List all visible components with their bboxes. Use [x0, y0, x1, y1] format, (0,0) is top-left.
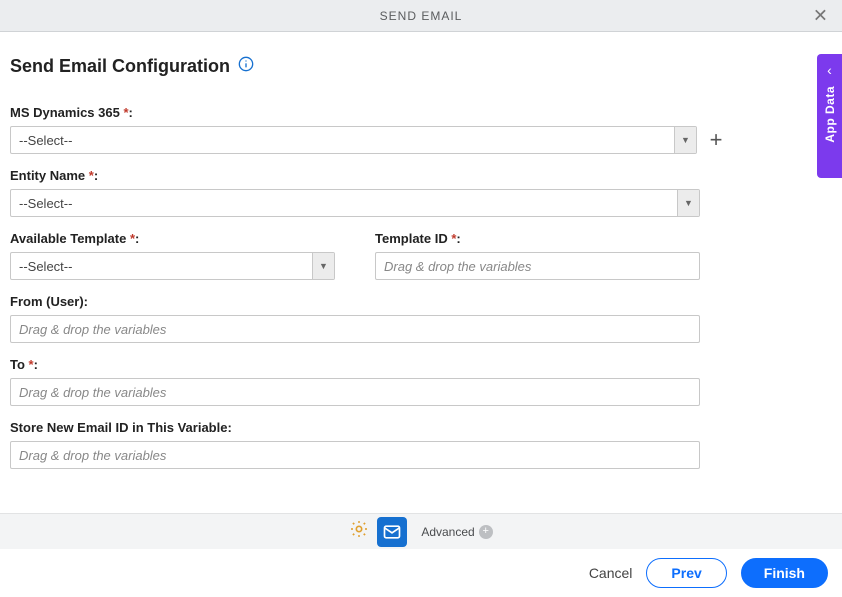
field-store-variable: Store New Email ID in This Variable: [10, 420, 700, 469]
field-to: To *: [10, 357, 700, 406]
input-store-variable[interactable] [10, 441, 700, 469]
advanced-button[interactable]: Advanced + [421, 525, 492, 539]
info-icon[interactable] [238, 56, 254, 77]
finish-button[interactable]: Finish [741, 558, 828, 588]
select-msdynamics[interactable]: --Select-- ▼ [10, 126, 697, 154]
footer: Cancel Prev Finish [0, 549, 842, 597]
app-data-label: App Data [823, 86, 837, 143]
chevron-left-icon: ‹ [827, 62, 832, 78]
chevron-down-icon: ▼ [674, 127, 696, 153]
select-available-template[interactable]: --Select-- ▼ [10, 252, 335, 280]
cancel-button[interactable]: Cancel [589, 565, 633, 581]
select-available-template-value: --Select-- [11, 259, 312, 274]
gear-icon[interactable] [349, 519, 369, 544]
label-available-template: Available Template *: [10, 231, 335, 246]
input-from-user[interactable] [10, 315, 700, 343]
content-area: Send Email Configuration MS Dynamics 365… [0, 32, 842, 469]
page-title: Send Email Configuration [10, 56, 230, 77]
field-entity-name: Entity Name *: --Select-- ▼ [10, 168, 700, 217]
label-to: To *: [10, 357, 700, 372]
label-template-id: Template ID *: [375, 231, 700, 246]
input-template-id[interactable] [375, 252, 700, 280]
dialog-title: SEND EMAIL [380, 9, 463, 23]
chevron-down-icon: ▼ [312, 253, 334, 279]
add-connection-icon[interactable]: + [707, 127, 725, 153]
bottom-toolbar: Advanced + [0, 513, 842, 549]
chevron-down-icon: ▼ [677, 190, 699, 216]
field-available-template: Available Template *: --Select-- ▼ [10, 231, 335, 280]
app-data-tab[interactable]: ‹ App Data [817, 54, 842, 178]
label-msdynamics: MS Dynamics 365 *: [10, 105, 725, 120]
field-msdynamics: MS Dynamics 365 *: --Select-- ▼ + [10, 105, 725, 154]
label-from-user: From (User): [10, 294, 700, 309]
dialog-header: SEND EMAIL ✕ [0, 0, 842, 32]
field-template-id: Template ID *: [375, 231, 700, 280]
select-entity-name[interactable]: --Select-- ▼ [10, 189, 700, 217]
select-entity-name-value: --Select-- [11, 196, 677, 211]
label-entity-name: Entity Name *: [10, 168, 700, 183]
select-msdynamics-value: --Select-- [11, 133, 674, 148]
close-icon[interactable]: ✕ [813, 5, 828, 26]
email-step-icon[interactable] [377, 517, 407, 547]
field-from-user: From (User): [10, 294, 700, 343]
label-store-variable: Store New Email ID in This Variable: [10, 420, 700, 435]
plus-circle-icon: + [479, 525, 493, 539]
prev-button[interactable]: Prev [646, 558, 726, 588]
input-to[interactable] [10, 378, 700, 406]
